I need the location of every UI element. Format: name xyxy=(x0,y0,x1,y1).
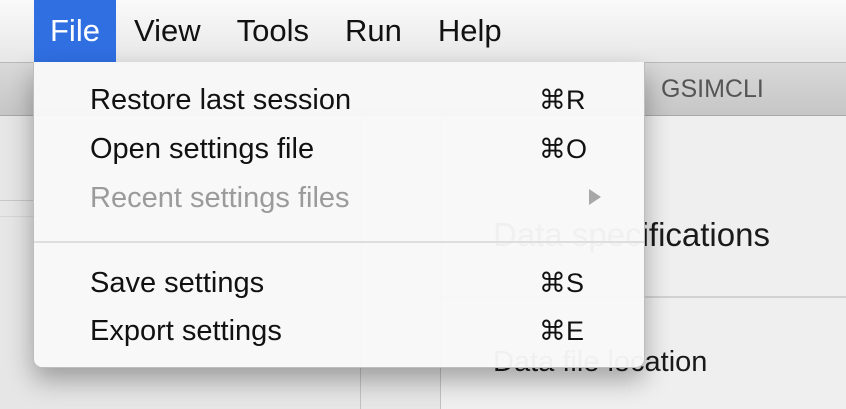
shortcut-label: ⌘E xyxy=(539,315,585,346)
menu-item-label: Open settings file xyxy=(90,132,315,165)
menu-item-open-settings-file[interactable]: Open settings file ⌘O xyxy=(34,128,644,170)
menu-item-restore-last-session[interactable]: Restore last session ⌘R xyxy=(34,79,644,121)
menu-help[interactable]: Help xyxy=(420,0,520,62)
shortcut-label: ⌘S xyxy=(539,267,585,298)
menu-run[interactable]: Run xyxy=(327,0,420,62)
file-menu-dropdown: Restore last session ⌘R Open settings fi… xyxy=(33,62,645,368)
shortcut-label: ⌘O xyxy=(539,133,588,164)
menu-item-save-settings[interactable]: Save settings ⌘S xyxy=(34,262,644,304)
menu-view[interactable]: View xyxy=(116,0,219,62)
menu-file[interactable]: File xyxy=(34,0,116,62)
menu-item-export-settings[interactable]: Export settings ⌘E xyxy=(34,310,644,352)
submenu-arrow-icon xyxy=(589,189,601,205)
menu-item-label: Export settings xyxy=(90,314,282,347)
tab-gsimcli-label: GSIMCLI xyxy=(661,74,764,103)
menu-item-label: Recent settings files xyxy=(90,181,350,214)
menu-item-recent-settings-files: Recent settings files xyxy=(34,177,644,219)
menu-item-label: Restore last session xyxy=(90,83,352,116)
shortcut-label: ⌘R xyxy=(539,84,586,115)
menu-tools[interactable]: Tools xyxy=(219,0,327,62)
menu-bar: File View Tools Run Help xyxy=(0,0,846,63)
menu-separator xyxy=(34,241,644,243)
menu-item-label: Save settings xyxy=(90,266,265,299)
tab-gsimcli[interactable]: GSIMCLI xyxy=(643,63,843,115)
